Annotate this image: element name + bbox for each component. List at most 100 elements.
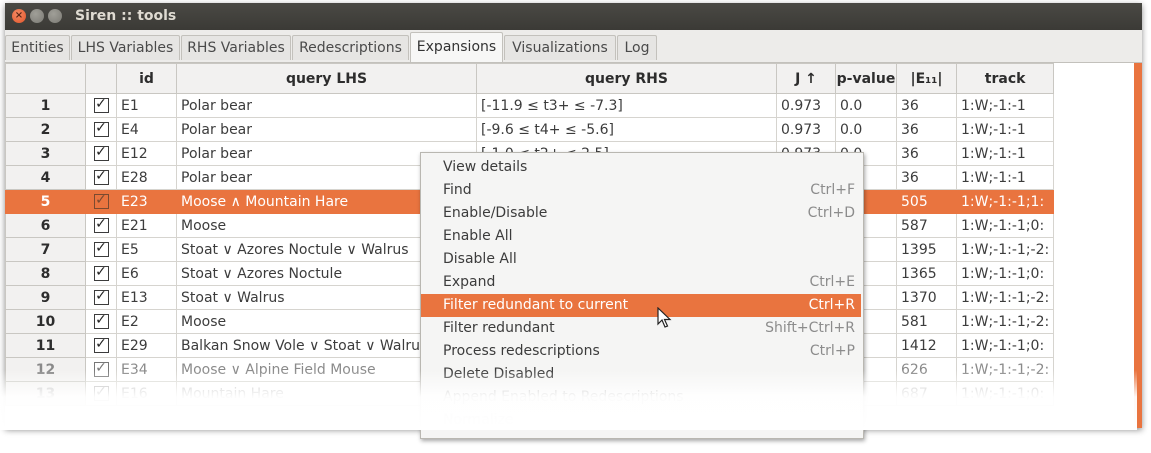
- title-bar: × Siren :: tools: [5, 3, 1142, 30]
- cell-support: 1412: [896, 333, 957, 358]
- header-query-rhs[interactable]: query RHS: [476, 63, 777, 94]
- cell-jaccard: 0.973: [776, 117, 836, 142]
- enabled-checkbox[interactable]: ✓: [85, 285, 117, 310]
- row-number: 2: [5, 117, 86, 142]
- row-number: 5: [5, 189, 86, 214]
- tab-expansions[interactable]: Expansions: [410, 32, 503, 62]
- checkbox-icon[interactable]: ✓: [93, 217, 109, 233]
- tab-log[interactable]: Log: [617, 35, 657, 60]
- checkbox-icon[interactable]: ✓: [93, 241, 109, 257]
- cell-id: E2: [116, 309, 177, 334]
- menu-item-label: View details: [443, 159, 528, 175]
- menu-item-label: Process redescriptions: [443, 343, 600, 359]
- enabled-checkbox[interactable]: ✓: [85, 213, 117, 238]
- enabled-checkbox[interactable]: ✓: [85, 117, 117, 142]
- enabled-checkbox[interactable]: ✓: [85, 141, 117, 166]
- cell-support: 36: [896, 93, 957, 118]
- header-jaccard[interactable]: J ↑: [776, 63, 836, 94]
- menu-item-shortcut: Shift+Ctrl+R: [765, 320, 855, 336]
- cell-track: 1:W;-1:-1;-2:: [955, 285, 1055, 310]
- enabled-checkbox[interactable]: ✓: [85, 189, 117, 214]
- menu-item-view-details[interactable]: View details: [421, 156, 861, 179]
- cell-query-rhs: [-11.9 ≤ t3+ ≤ -7.3]: [476, 93, 777, 118]
- checkbox-icon[interactable]: ✓: [93, 265, 109, 281]
- menu-item-process-redescriptions[interactable]: Process redescriptions Ctrl+P: [421, 340, 861, 363]
- menu-item-enable-all[interactable]: Enable All: [421, 225, 861, 248]
- cell-support: 1370: [896, 285, 957, 310]
- tab-entities[interactable]: Entities: [5, 35, 70, 60]
- enabled-checkbox[interactable]: ✓: [85, 93, 117, 118]
- header-p-value[interactable]: p-value: [835, 63, 897, 94]
- header-enabled[interactable]: [85, 63, 117, 94]
- tab-redescriptions[interactable]: Redescriptions: [292, 35, 409, 60]
- cell-track: 1:W;-1:-1: [955, 141, 1055, 166]
- header-id[interactable]: id: [116, 63, 177, 94]
- maximize-window-icon[interactable]: [48, 9, 62, 23]
- cell-track: 1:W;-1:-1;0:: [955, 333, 1055, 358]
- cell-support: 587: [896, 213, 957, 238]
- menu-item-label: Disable All: [443, 251, 517, 267]
- cell-query-lhs: Polar bear: [176, 93, 477, 118]
- menu-item-enable-disable[interactable]: Enable/Disable Ctrl+D: [421, 202, 861, 225]
- cell-id: E29: [116, 333, 177, 358]
- row-number: 4: [5, 165, 86, 190]
- cell-support: 36: [896, 141, 957, 166]
- checkbox-icon[interactable]: ✓: [93, 289, 109, 305]
- checkbox-icon[interactable]: ✓: [93, 169, 109, 185]
- cell-support: 581: [896, 309, 957, 334]
- table-row[interactable]: 1 ✓ E1 Polar bear [-11.9 ≤ t3+ ≤ -7.3] 0.973 0…: [5, 93, 1055, 118]
- row-number: 3: [5, 141, 86, 166]
- cell-p-value: 0.0: [835, 93, 897, 118]
- menu-item-disable-all[interactable]: Disable All: [421, 248, 861, 271]
- row-number: 7: [5, 237, 86, 262]
- cell-query-lhs: Polar bear: [176, 117, 477, 142]
- tab-lhs-variables[interactable]: LHS Variables: [71, 35, 180, 60]
- menu-item-shortcut: Ctrl+E: [809, 274, 856, 290]
- cell-track: 1:W;-1:-1;0:: [955, 213, 1055, 238]
- header-track[interactable]: track: [955, 63, 1055, 94]
- menu-item-label: Enable All: [443, 228, 513, 244]
- cell-id: E4: [116, 117, 177, 142]
- cell-id: E1: [116, 93, 177, 118]
- menu-item-shortcut: Ctrl+D: [807, 205, 855, 221]
- cell-track: 1:W;-1:-1: [955, 93, 1055, 118]
- enabled-checkbox[interactable]: ✓: [85, 333, 117, 358]
- minimize-window-icon[interactable]: [30, 9, 44, 23]
- table-row[interactable]: 2 ✓ E4 Polar bear [-9.6 ≤ t4+ ≤ -5.6] 0.973 0.…: [5, 117, 1055, 142]
- cell-support: 1395: [896, 237, 957, 262]
- tab-visualizations[interactable]: Visualizations: [504, 35, 616, 60]
- row-number: 6: [5, 213, 86, 238]
- menu-item-find[interactable]: Find Ctrl+F: [421, 179, 861, 202]
- cell-track: 1:W;-1:-1: [955, 117, 1055, 142]
- enabled-checkbox[interactable]: ✓: [85, 165, 117, 190]
- menu-item-label: Expand: [443, 274, 496, 290]
- cell-query-rhs: [-9.6 ≤ t4+ ≤ -5.6]: [476, 117, 777, 142]
- checkbox-icon[interactable]: ✓: [93, 193, 109, 209]
- cell-id: E5: [116, 237, 177, 262]
- checkbox-icon[interactable]: ✓: [93, 337, 109, 353]
- row-number: 11: [5, 333, 86, 358]
- cell-support: 36: [896, 165, 957, 190]
- enabled-checkbox[interactable]: ✓: [85, 237, 117, 262]
- menu-item-shortcut: Ctrl+F: [810, 182, 855, 198]
- menu-item-filter-redundant[interactable]: Filter redundant Shift+Ctrl+R: [421, 317, 861, 340]
- menu-item-filter-redundant-to-current[interactable]: Filter redundant to current Ctrl+R: [421, 294, 861, 317]
- tab-rhs-variables[interactable]: RHS Variables: [181, 35, 291, 60]
- cell-jaccard: 0.973: [776, 93, 836, 118]
- header-query-lhs[interactable]: query LHS: [176, 63, 477, 94]
- close-window-icon[interactable]: ×: [12, 9, 26, 23]
- header-support[interactable]: |E₁₁|: [896, 63, 957, 94]
- menu-item-shortcut: Ctrl+P: [809, 343, 855, 359]
- menu-item-expand[interactable]: Expand Ctrl+E: [421, 271, 861, 294]
- enabled-checkbox[interactable]: ✓: [85, 309, 117, 334]
- cell-id: E21: [116, 213, 177, 238]
- menu-item-label: Filter redundant: [443, 320, 555, 336]
- checkbox-icon[interactable]: ✓: [93, 97, 109, 113]
- cell-id: E28: [116, 165, 177, 190]
- enabled-checkbox[interactable]: ✓: [85, 261, 117, 286]
- checkbox-icon[interactable]: ✓: [93, 313, 109, 329]
- row-number: 10: [5, 309, 86, 334]
- checkbox-icon[interactable]: ✓: [93, 121, 109, 137]
- cell-track: 1:W;-1:-1;-2:: [955, 309, 1055, 334]
- checkbox-icon[interactable]: ✓: [93, 145, 109, 161]
